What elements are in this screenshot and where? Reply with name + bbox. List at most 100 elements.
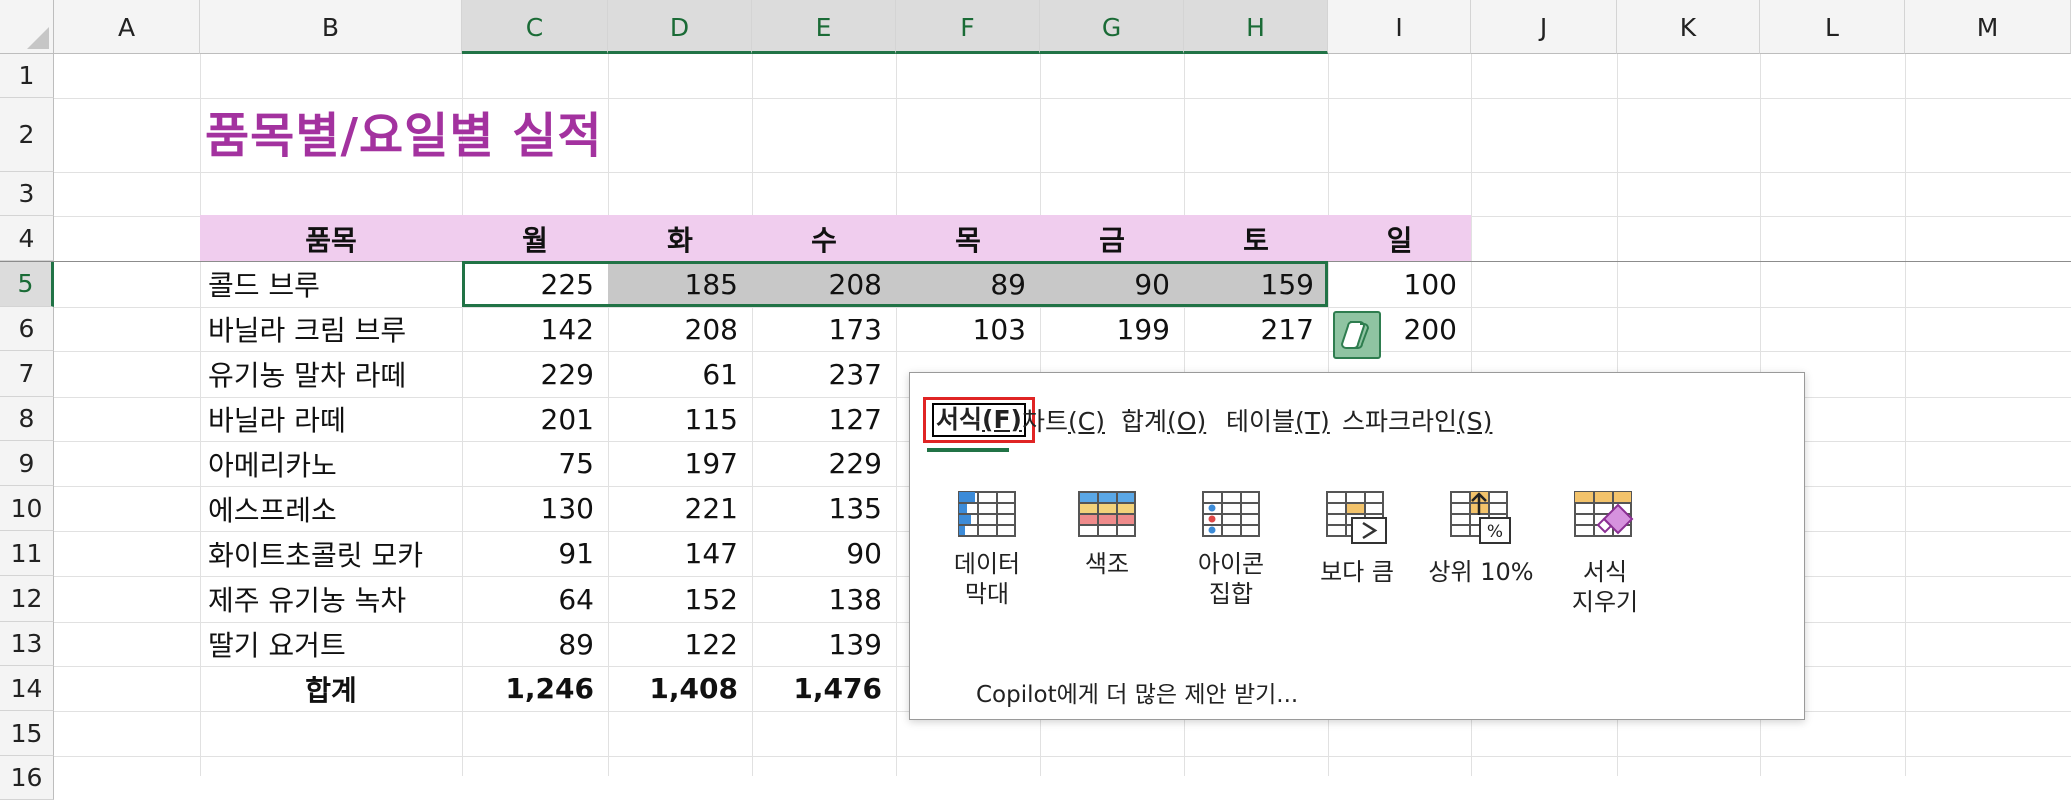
value-cell[interactable]: 152 <box>608 576 752 622</box>
sheet-title[interactable]: 품목별/요일별 실적 <box>205 96 603 166</box>
greater-than-option[interactable]: 보다 큼 <box>1302 491 1412 587</box>
tab-chart[interactable]: 차트(C) <box>1022 397 1105 443</box>
value-cell[interactable]: 91 <box>462 531 608 576</box>
value-cell[interactable]: 122 <box>608 622 752 666</box>
item-name-cell[interactable]: 화이트초콜릿 모카 <box>200 531 462 576</box>
value-cell[interactable]: 142 <box>462 307 608 351</box>
top-10-percent-option[interactable]: % 상위 10% <box>1426 491 1536 587</box>
table-header-cell[interactable]: 토 <box>1184 216 1328 261</box>
row-header-9[interactable]: 9 <box>0 441 54 486</box>
value-cell[interactable]: 208 <box>608 307 752 351</box>
item-name-cell[interactable]: 바닐라 라떼 <box>200 397 462 441</box>
table-header-cell[interactable]: 수 <box>752 216 896 261</box>
row-header-11[interactable]: 11 <box>0 531 54 576</box>
quick-analysis-button[interactable] <box>1333 311 1381 359</box>
column-header-g[interactable]: G <box>1040 0 1184 54</box>
value-cell[interactable]: 229 <box>462 351 608 397</box>
row-header-14[interactable]: 14 <box>0 666 54 711</box>
item-name-cell[interactable]: 유기농 말차 라떼 <box>200 351 462 397</box>
total-label-cell[interactable]: 합계 <box>200 666 462 711</box>
value-cell[interactable]: 115 <box>608 397 752 441</box>
tab-sparkline[interactable]: 스파크라인(S) <box>1342 397 1492 443</box>
value-cell[interactable]: 90 <box>1040 261 1184 307</box>
row-header-10[interactable]: 10 <box>0 486 54 531</box>
table-header-cell[interactable]: 월 <box>462 216 608 261</box>
column-header-a[interactable]: A <box>54 0 200 54</box>
value-cell[interactable]: 100 <box>1328 261 1471 307</box>
total-value-cell[interactable]: 1,476 <box>752 666 896 711</box>
table-header-cell[interactable]: 품목 <box>200 216 462 261</box>
tab-table[interactable]: 테이블(T) <box>1226 397 1330 443</box>
total-value-cell[interactable]: 1,246 <box>462 666 608 711</box>
row-header-2[interactable]: 2 <box>0 98 54 172</box>
item-name-cell[interactable]: 바닐라 크림 브루 <box>200 307 462 351</box>
value-cell[interactable]: 89 <box>462 622 608 666</box>
value-cell[interactable]: 89 <box>896 261 1040 307</box>
column-header-f[interactable]: F <box>896 0 1040 54</box>
value-cell[interactable]: 127 <box>752 397 896 441</box>
column-header-k[interactable]: K <box>1617 0 1760 54</box>
column-header-c[interactable]: C <box>462 0 608 54</box>
color-scale-option[interactable]: 색조 <box>1052 491 1162 579</box>
item-name-cell[interactable]: 제주 유기농 녹차 <box>200 576 462 622</box>
value-cell[interactable]: 103 <box>896 307 1040 351</box>
item-name-cell[interactable]: 콜드 브루 <box>200 261 462 307</box>
value-cell[interactable]: 229 <box>752 441 896 486</box>
select-all-corner[interactable] <box>0 0 54 54</box>
column-header-m[interactable]: M <box>1905 0 2071 54</box>
value-cell[interactable]: 130 <box>462 486 608 531</box>
table-header-cell[interactable]: 화 <box>608 216 752 261</box>
value-cell[interactable]: 147 <box>608 531 752 576</box>
row-header-12[interactable]: 12 <box>0 576 54 622</box>
data-bars-option[interactable]: 데이터 막대 <box>932 491 1042 609</box>
value-cell[interactable]: 159 <box>1184 261 1328 307</box>
value-cell[interactable]: 201 <box>462 397 608 441</box>
item-name-cell[interactable]: 딸기 요거트 <box>200 622 462 666</box>
column-header-i[interactable]: I <box>1328 0 1471 54</box>
row-header-7[interactable]: 7 <box>0 351 54 397</box>
column-header-j[interactable]: J <box>1471 0 1617 54</box>
row-header-13[interactable]: 13 <box>0 622 54 666</box>
value-cell[interactable]: 138 <box>752 576 896 622</box>
value-cell[interactable]: 185 <box>608 261 752 307</box>
column-header-h[interactable]: H <box>1184 0 1328 54</box>
value-cell[interactable]: 139 <box>752 622 896 666</box>
column-header-l[interactable]: L <box>1760 0 1905 54</box>
value-cell[interactable]: 90 <box>752 531 896 576</box>
row-header-6[interactable]: 6 <box>0 307 54 351</box>
table-header-cell[interactable]: 일 <box>1328 216 1471 261</box>
value-cell[interactable]: 75 <box>462 441 608 486</box>
value-cell[interactable]: 173 <box>752 307 896 351</box>
tab-totals[interactable]: 합계(O) <box>1121 397 1206 443</box>
row-header-3[interactable]: 3 <box>0 172 54 216</box>
row-header-16[interactable]: 16 <box>0 756 54 800</box>
item-name-cell[interactable]: 에스프레소 <box>200 486 462 531</box>
row-header-8[interactable]: 8 <box>0 397 54 441</box>
row-header-15[interactable]: 15 <box>0 711 54 756</box>
total-value-cell[interactable]: 1,408 <box>608 666 752 711</box>
tab-format[interactable]: 서식(F) <box>923 397 1035 443</box>
value-cell[interactable]: 197 <box>608 441 752 486</box>
icon-set-option[interactable]: 아이콘 집합 <box>1176 491 1286 609</box>
value-cell[interactable]: 221 <box>608 486 752 531</box>
value-cell[interactable]: 135 <box>752 486 896 531</box>
clear-format-option[interactable]: 서식 지우기 <box>1550 491 1660 617</box>
row-header-5[interactable]: 5 <box>0 261 54 307</box>
copilot-more-suggestions-link[interactable]: Copilot에게 더 많은 제안 받기... <box>976 675 1298 709</box>
column-header-b[interactable]: B <box>200 0 462 54</box>
value-cell[interactable]: 237 <box>752 351 896 397</box>
value-cell[interactable]: 64 <box>462 576 608 622</box>
column-header-d[interactable]: D <box>608 0 752 54</box>
column-header-e[interactable]: E <box>752 0 896 54</box>
row-header-1[interactable]: 1 <box>0 54 54 98</box>
value-cell[interactable]: 208 <box>752 261 896 307</box>
value-cell[interactable]: 225 <box>462 261 608 307</box>
row-header-4[interactable]: 4 <box>0 216 54 261</box>
spreadsheet-grid[interactable]: ABCDEFGHIJKLM 1 2 3 4 5 6 7 8 9 10 11 12 13 14 15 16 품목… <box>0 0 2071 800</box>
item-name-cell[interactable]: 아메리카노 <box>200 441 462 486</box>
value-cell[interactable]: 61 <box>608 351 752 397</box>
value-cell[interactable]: 217 <box>1184 307 1328 351</box>
value-cell[interactable]: 199 <box>1040 307 1184 351</box>
table-header-cell[interactable]: 금 <box>1040 216 1184 261</box>
table-header-cell[interactable]: 목 <box>896 216 1040 261</box>
